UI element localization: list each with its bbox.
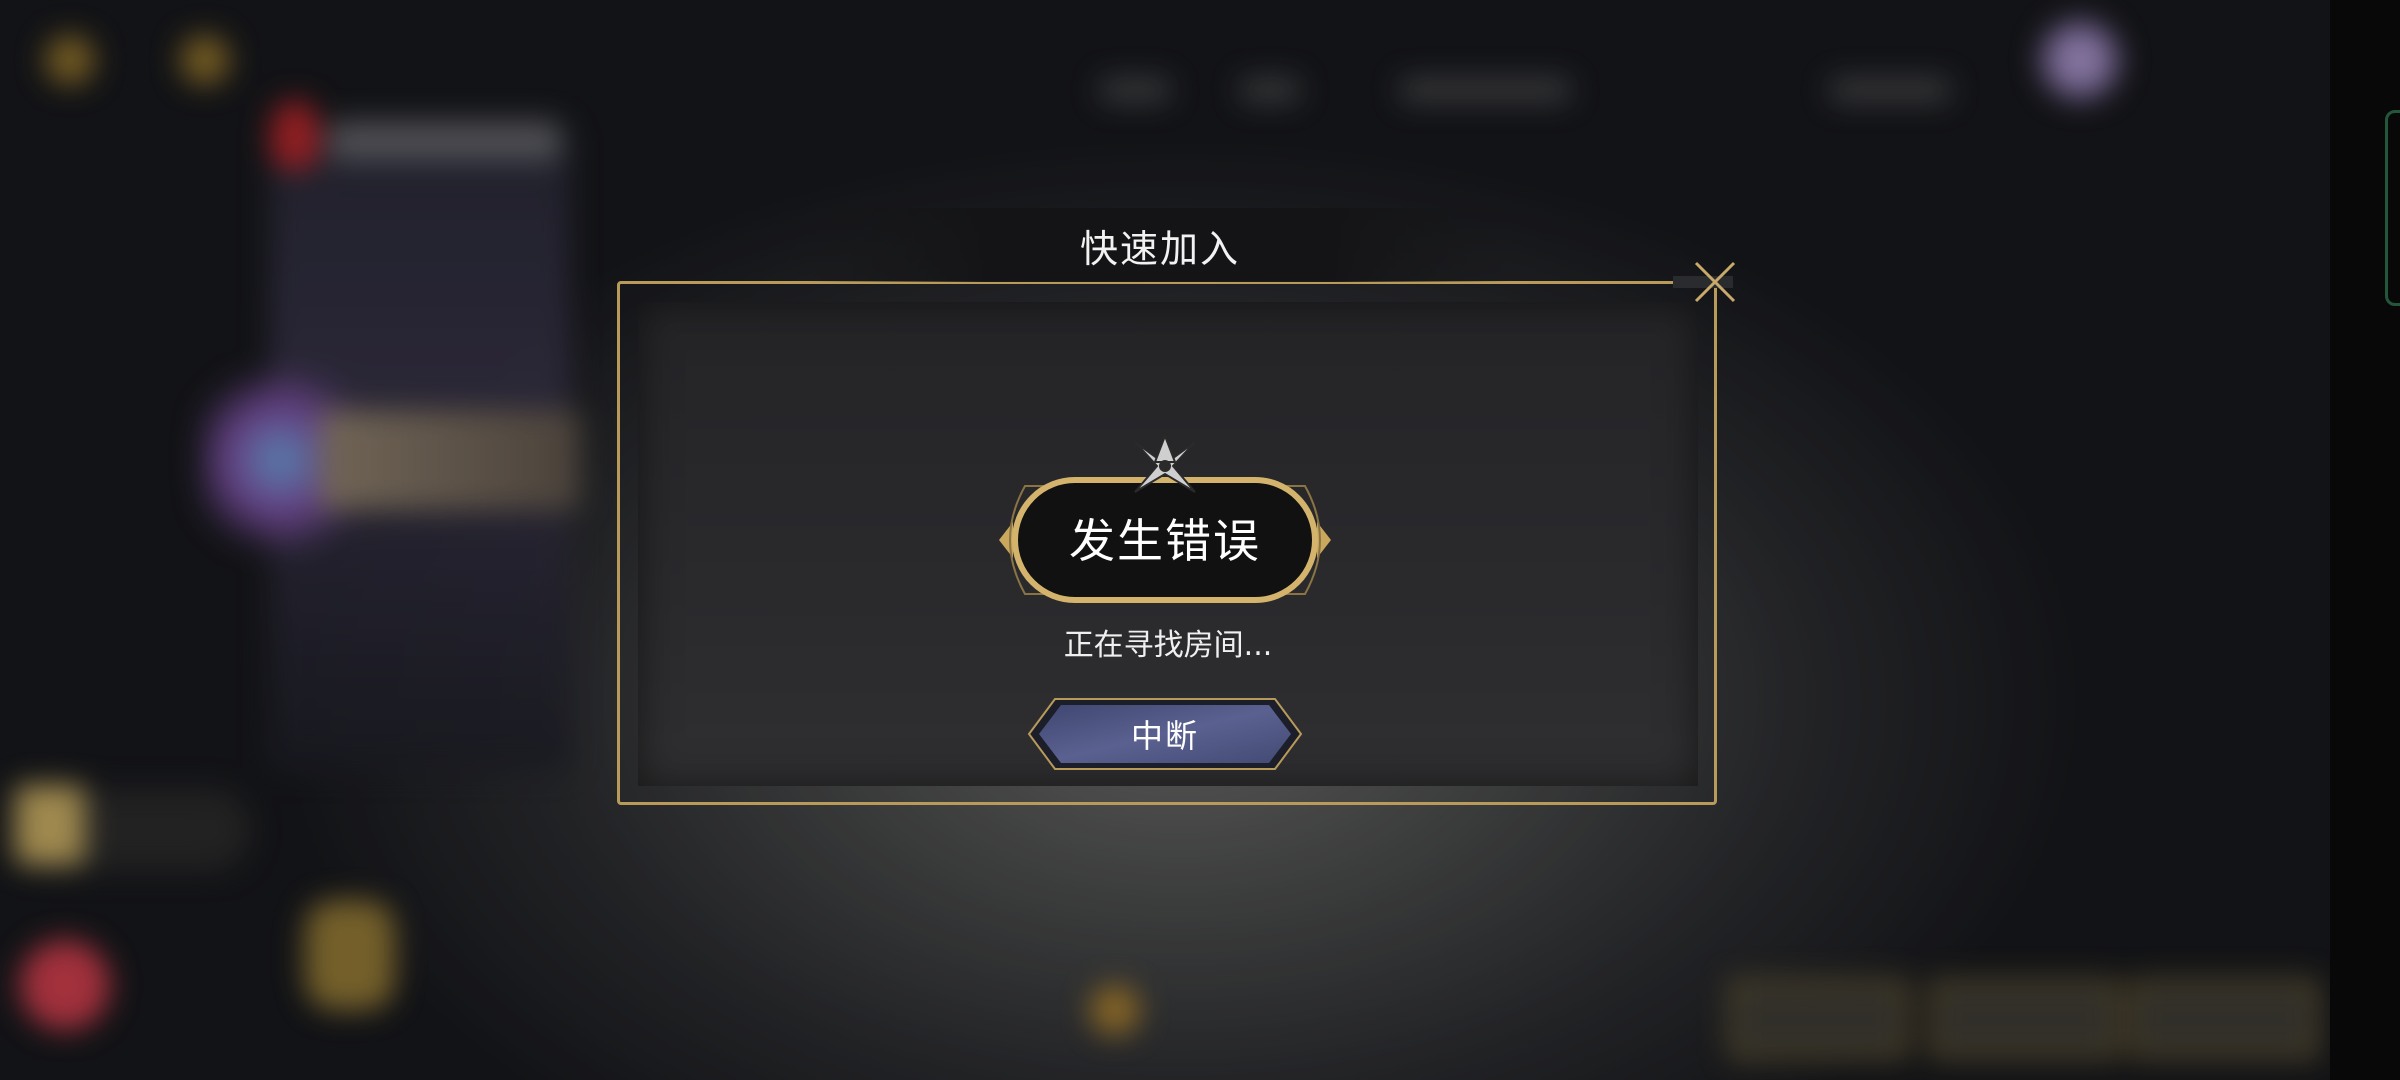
close-x-icon [1694, 261, 1736, 303]
abort-button-label: 中断 [1130, 717, 1199, 755]
dialog-title: 快速加入 [1079, 226, 1240, 271]
close-button[interactable] [1688, 255, 1742, 309]
status-message: 正在寻找房间... [1063, 628, 1273, 663]
dialog-title-bar: 快速加入 [810, 208, 1510, 282]
game-screen: 快速加入 发生错误 正在寻找房间... 中断 [0, 0, 2400, 1080]
abort-button[interactable]: 中断 [1025, 697, 1305, 771]
error-badge: 发生错误 [985, 430, 1345, 610]
error-title: 发生错误 [1069, 514, 1261, 568]
